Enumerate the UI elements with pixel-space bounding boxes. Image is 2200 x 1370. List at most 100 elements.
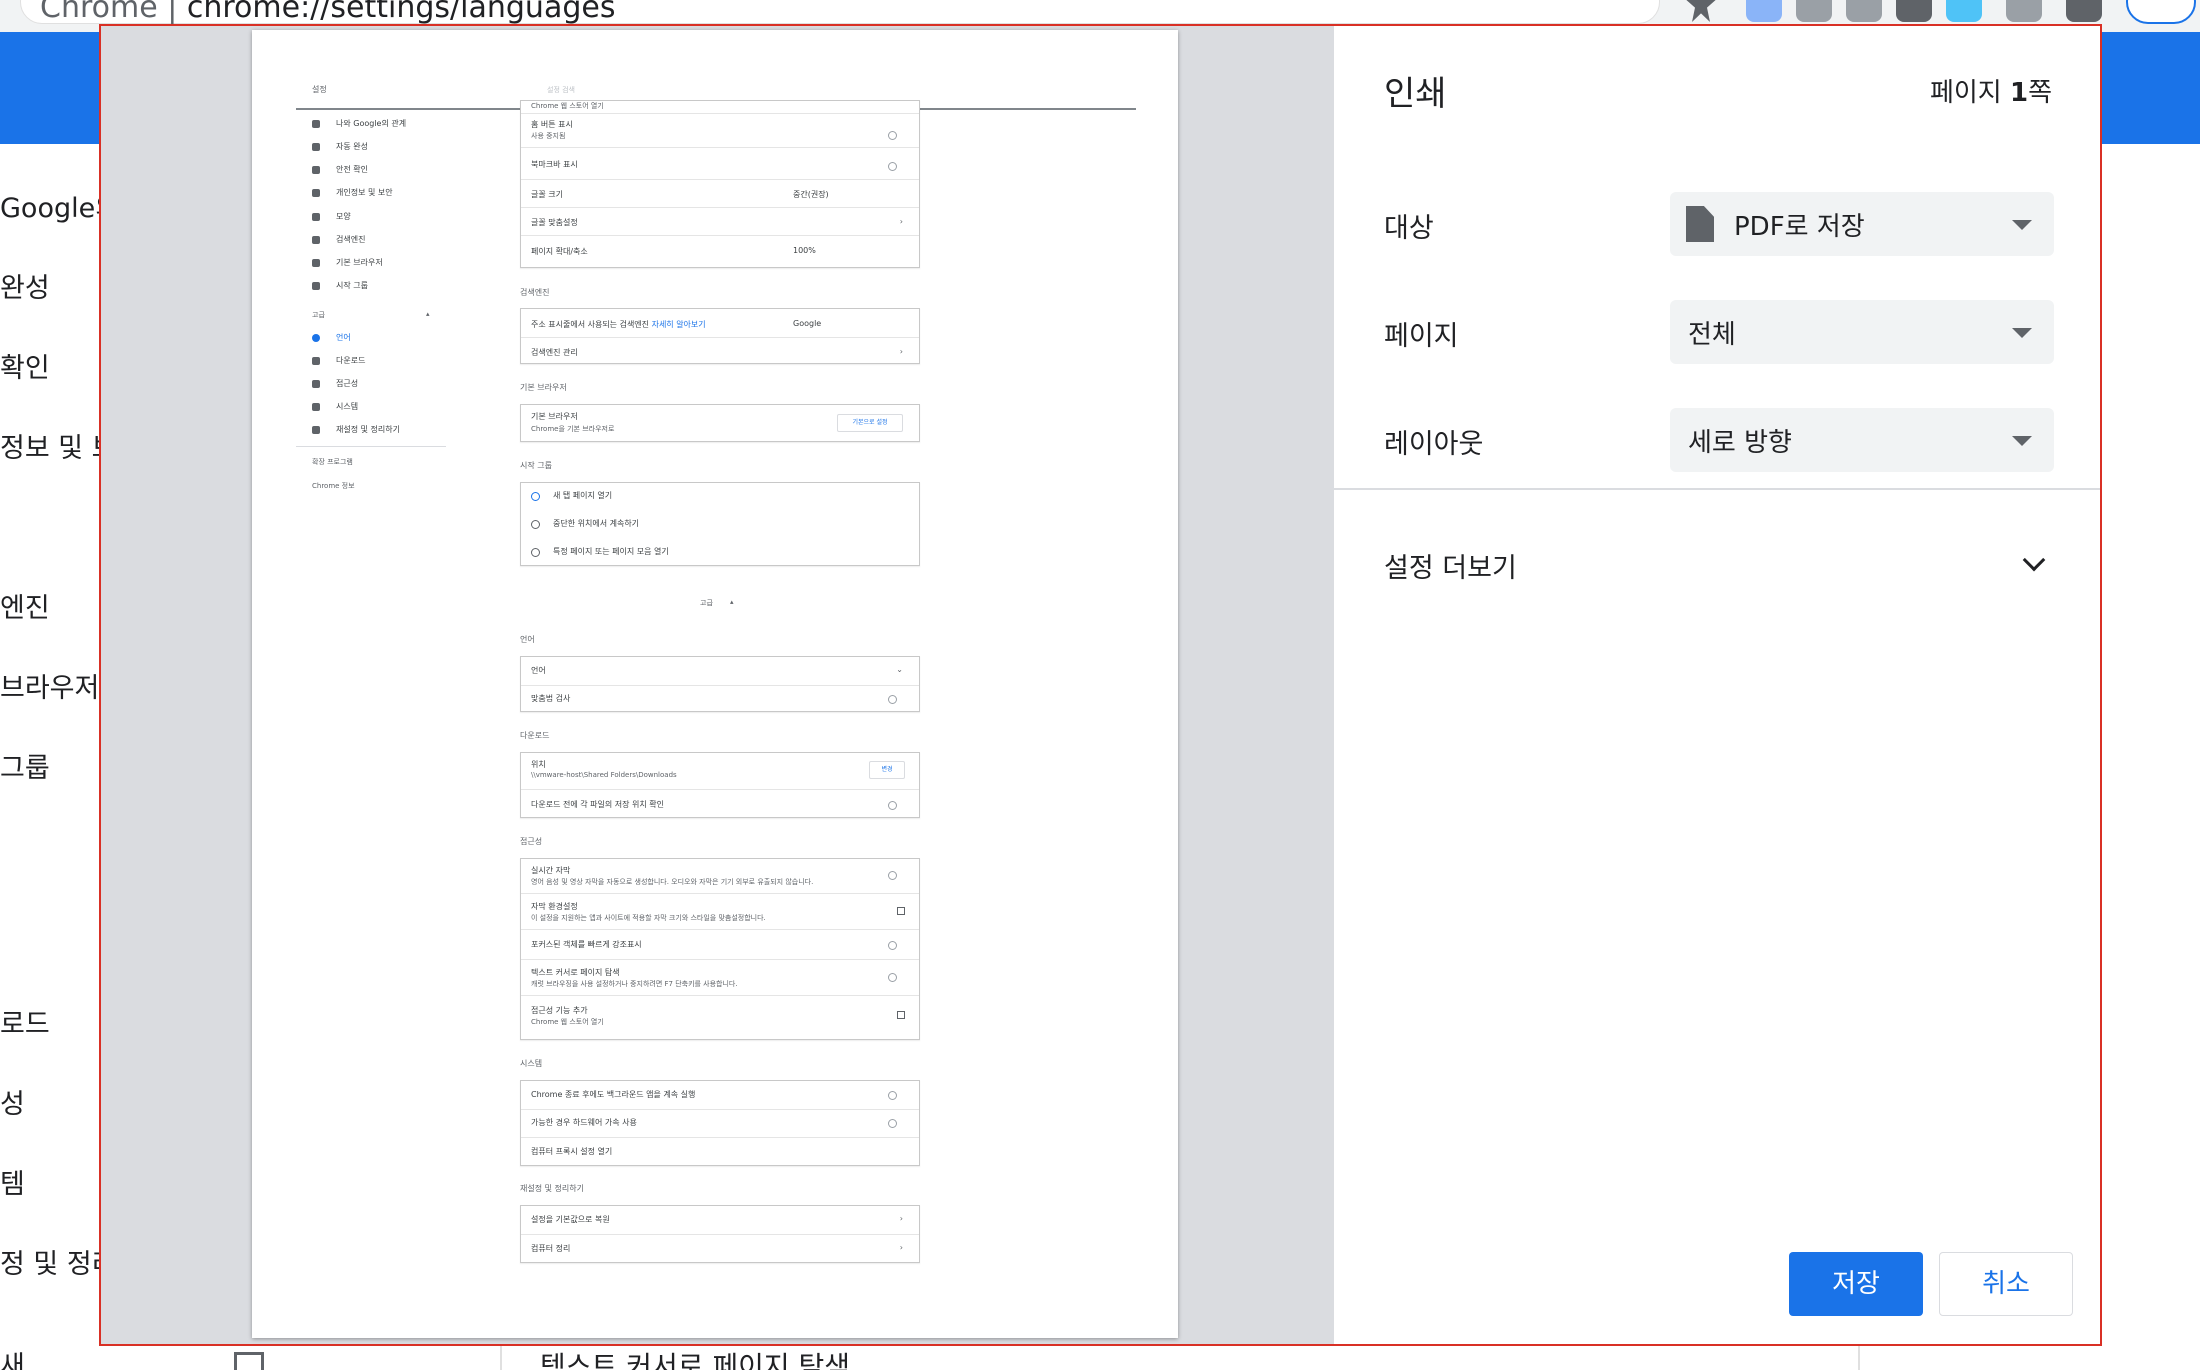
palette-icon [312,213,320,221]
dialog-title: 인쇄 [1384,74,1447,114]
preview-row-title: 페이지 확대/축소 [531,247,588,256]
shield-icon [312,166,320,174]
preview-divider [521,207,919,208]
preview-row-title: 맞춤법 검사 [531,694,571,703]
preview-change-button: 변경 [869,761,905,779]
bookmark-star-icon[interactable] [1686,0,1716,22]
preview-section-heading: 검색엔진 [520,288,550,297]
preview-default-browser-card: 기본 브라우저 Chrome을 기본 브라우저로 기본으로 설정 [520,404,920,442]
extension-icon[interactable] [1896,0,1932,22]
sidebar-item[interactable]: 브라우저 [0,666,99,705]
pages-label: 페이지 [1384,321,1459,352]
browser-icon [312,259,320,267]
omnibox-site: Chrome [40,0,158,25]
preview-row-title: 글꼴 크기 [531,190,563,199]
preview-nav-item: 접근성 [336,379,359,388]
puzzle-icon[interactable] [2066,0,2102,22]
preview-row-title: 자막 환경설정 [531,902,578,911]
preview-section-heading: 언어 [520,635,535,644]
layout-label: 레이아웃 [1384,429,1484,460]
search-icon [312,236,320,244]
dropdown-arrow-icon [2012,328,2032,338]
print-preview-area: 설정 설정 검색 나와 Google의 관계 자동 완성 안전 확인 개인정보 … [101,26,1333,1344]
destination-select[interactable]: PDF로 저장 [1670,192,2054,256]
preview-nav-about: Chrome 정보 [312,482,355,490]
external-link-icon [897,1011,905,1019]
profile-avatar[interactable] [2126,0,2196,24]
preview-reset-card: 설정을 기본값으로 복원 › 컴퓨터 정리 › [520,1205,920,1263]
toggle-icon [888,695,897,704]
document-icon [1686,206,1714,242]
layout-select[interactable]: 세로 방향 [1670,408,2054,472]
toggle-icon [888,131,897,140]
preview-section-heading: 다운로드 [520,731,550,740]
preview-nav-item: 기본 브라우저 [336,258,383,267]
chevron-right-icon: › [899,347,903,356]
extension-icon[interactable] [1846,0,1882,22]
extension-icon[interactable] [1796,0,1832,22]
accessibility-icon [312,380,320,388]
page-count-suffix: 쪽 [2028,78,2052,108]
pages-select[interactable]: 전체 [1670,300,2054,364]
preview-page: 설정 설정 검색 나와 Google의 관계 자동 완성 안전 확인 개인정보 … [252,30,1178,1338]
radio-icon [531,548,540,557]
preview-divider [521,893,919,894]
extension-icon[interactable] [1746,0,1782,22]
more-settings-toggle[interactable]: 설정 더보기 [1384,546,1517,585]
globe-icon [312,334,320,342]
sidebar-item[interactable]: 로드 [0,1002,50,1041]
chevron-up-icon: ▴ [426,310,430,318]
preview-row-text: Chrome 웹 스토어 열기 [531,102,604,110]
sidebar-item[interactable]: 엔진 [0,586,50,625]
preview-divider [521,235,919,236]
sidebar-item[interactable]: 새 [0,1344,25,1370]
preview-divider [521,1137,919,1138]
preview-nav-item: 재설정 및 정리하기 [336,425,400,434]
preview-row-sub: 캐럿 브라우징을 사용 설정하거나 중지하려면 F7 단축키를 사용합니다. [531,980,738,988]
preview-row-value: 100% [793,246,816,255]
preview-system-card: Chrome 종료 후에도 백그라운드 앱을 계속 실행 가능한 경우 하드웨어… [520,1080,920,1166]
preview-divider [521,147,919,148]
print-settings-panel: 인쇄 페이지 1쪽 대상 PDF로 저장 페이지 전체 레이아웃 세로 방향 설… [1333,26,2100,1344]
external-link-icon [897,907,905,915]
toggle-icon [888,801,897,810]
preview-radio-label: 중단한 위치에서 계속하기 [553,519,640,528]
preview-divider [521,1109,919,1110]
radio-icon [531,492,540,501]
preview-row-sub: 영어 음성 및 영상 자막을 자동으로 생성합니다. 오디오와 자막은 기기 외… [531,878,814,886]
settings-row-caret-browsing[interactable]: 텍스트 커서로 페이지 탐색 [540,1345,850,1370]
panel-divider [1334,488,2100,490]
page-count-number: 1 [2009,78,2029,108]
sidebar-item[interactable]: 완성 [0,266,50,305]
sidebar-item[interactable]: 템 [0,1162,25,1201]
sidebar-item[interactable]: 확인 [0,346,50,385]
preview-nav-item: 안전 확인 [336,165,368,174]
preview-nav-item-active: 언어 [336,333,351,342]
screen: { "browser": { "omnibox_site": "Chrome",… [0,0,2200,1370]
sidebar-item[interactable]: 성 [0,1082,25,1121]
extension-icon[interactable] [1946,0,1982,22]
preview-nav-item: 시스템 [336,402,359,411]
preview-divider [521,113,919,114]
sidebar-item[interactable]: 그룹 [0,746,50,785]
preview-row-title: 위치 [531,760,546,769]
omnibox-separator: | [167,0,178,25]
chevron-right-icon: › [899,1214,903,1223]
save-button[interactable]: 저장 [1789,1252,1923,1316]
extension-icon[interactable] [2006,0,2042,22]
omnibox-text: Chrome | chrome://settings/languages [40,0,615,25]
page-count-prefix: 페이지 [1929,78,2010,108]
preview-make-default-button: 기본으로 설정 [837,414,903,432]
preview-nav-item: 다운로드 [336,356,366,365]
preview-row-title: 텍스트 커서로 페이지 탐색 [531,968,620,977]
toggle-icon [888,162,897,171]
layout-value: 세로 방향 [1688,428,1792,458]
toggle-icon [888,871,897,880]
preview-row-title: 기본 브라우저 [531,412,578,421]
preview-nav-item: 검색엔진 [336,235,366,244]
chevron-down-icon[interactable] [2022,548,2046,572]
preview-advanced-toggle: 고급 [700,599,713,607]
cancel-button[interactable]: 취소 [1939,1252,2073,1316]
preview-section-heading: 재설정 및 정리하기 [520,1184,584,1193]
preview-nav-item: 나와 Google의 관계 [336,119,407,128]
